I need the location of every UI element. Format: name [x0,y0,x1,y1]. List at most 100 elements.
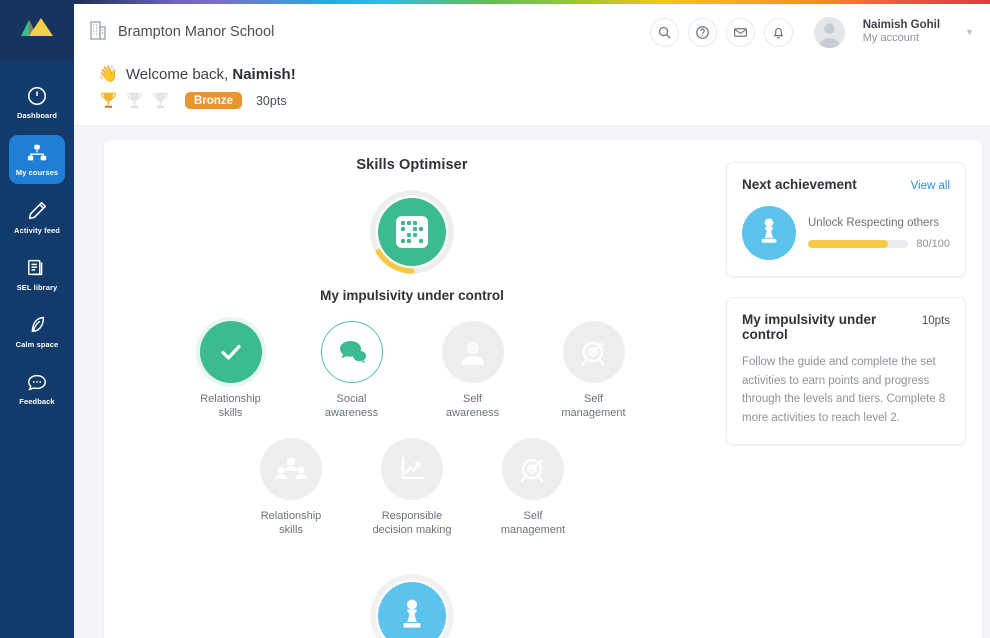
hero-core [378,198,446,266]
sidebar-item-label: SEL library [16,282,58,292]
account-info[interactable]: Naimish Gohil My account [863,18,940,46]
skill-label-line2: awareness [445,407,500,420]
sidebar-item-activity-feed[interactable]: Activity feed [9,193,65,241]
level-title: My impulsivity under control [742,312,877,342]
skill-relationship-skills-2[interactable]: Relationship skills [245,438,338,537]
skill-responsible-decision-making[interactable]: Responsible decision making [366,438,459,537]
grid-icon [396,216,428,248]
skill-circle [441,321,504,383]
view-all-link[interactable]: View all [911,180,950,192]
sidebar-item-label: My courses [15,168,59,178]
skill-label-line2: decision making [372,524,452,537]
next-achievement-title: Next achievement [742,177,857,192]
skill-label-line1: Responsible [381,510,443,523]
sidebar-item-feedback[interactable]: Feedback [9,364,65,412]
speech-bubbles-icon [337,339,367,365]
skill-circle [320,321,383,383]
welcome-user-name: Naimish! [232,66,296,83]
achievement-badge [742,206,796,260]
school-name: Brampton Manor School [118,24,275,40]
search-icon [657,25,672,40]
search-button[interactable] [649,17,679,47]
mail-button[interactable] [725,17,755,47]
achievement-row: Unlock Respecting others 80/100 [742,206,950,260]
chess-pawn-icon [756,216,782,251]
skill-label-line2: awareness [324,407,379,420]
main-area: Brampton Manor School Naimish Gohil My a… [74,0,990,638]
account-name: Naimish Gohil [862,18,941,31]
tier-badge: Bronze [185,92,242,109]
chevron-down-icon[interactable]: ▼ [965,27,974,37]
skill-row-1: Relationship skills Social awareness Sel… [104,321,720,420]
sidebar-nav: Dashboard My courses Activity feed SEL l… [0,78,74,422]
skill-label-line1: Social [336,393,367,405]
skill-circle [260,438,322,501]
skill-relationship-skills[interactable]: Relationship skills [184,321,277,420]
right-panel: Next achievement View all Unlock Respect… [720,140,982,638]
mountains-logo-icon [19,16,55,45]
sidebar-item-label: Activity feed [14,225,60,235]
points-label: 30pts [255,93,287,108]
help-button[interactable] [687,17,717,47]
notifications-button[interactable] [763,17,793,47]
avatar[interactable] [813,16,845,48]
skill-label: Social awareness [325,392,378,420]
skill-self-management[interactable]: Self management [547,321,640,420]
sidebar-item-sel-library[interactable]: SEL library [9,250,65,298]
top-header: Brampton Manor School Naimish Gohil My a… [74,4,990,60]
skill-label: Relationship skills [261,509,322,537]
trophy-icon-gold [98,90,119,111]
skill-circle [381,438,443,501]
dashboard-icon [26,85,48,107]
skills-optimiser-panel: Skills Optimiser My impulsivity under co… [104,140,720,638]
target-icon [518,454,548,484]
skill-label-line1: Relationship [260,510,322,523]
app-root: Dashboard My courses Activity feed SEL l… [0,0,990,638]
building-icon [88,19,108,46]
help-icon [695,25,710,40]
achievement-progress: 80/100 [808,238,950,250]
chart-icon [397,454,427,484]
people-group-icon [275,455,307,483]
main-card: Skills Optimiser My impulsivity under co… [104,140,982,638]
skill-circle [502,438,564,501]
page-title: Skills Optimiser [356,157,468,173]
sidebar-item-label: Dashboard [16,111,58,120]
skill-label-line2: management [561,407,626,420]
achievement-text: Unlock Respecting others [808,216,940,229]
courses-icon [26,142,48,164]
leaf-icon [26,314,48,336]
hero-skill[interactable]: My impulsivity under control [104,189,720,303]
skill-label: Responsible decision making [373,509,452,537]
progress-bar-fill [808,239,889,248]
welcome-prefix: Welcome back, [125,66,233,83]
sidebar: Dashboard My courses Activity feed SEL l… [0,0,74,638]
next-achievement-header: Next achievement View all [742,177,950,192]
sidebar-item-label: Feedback [19,397,55,407]
skill-self-management-2[interactable]: Self management [487,438,580,537]
trophy-icon-locked [124,90,145,111]
content-area: Skills Optimiser My impulsivity under co… [74,126,990,638]
app-logo[interactable] [0,0,74,60]
skill-social-awareness[interactable]: Social awareness [305,321,398,420]
hero-skill-label: My impulsivity under control [320,288,504,303]
book-icon [26,257,48,279]
sidebar-item-my-courses[interactable]: My courses [9,135,65,184]
hero-progress-ring [369,189,455,275]
mail-icon [733,25,748,40]
tier-badges: Bronze 30pts [98,90,990,111]
skill-circle [562,321,625,383]
skill-label: Self awareness [446,392,499,420]
skill-label-line1: Relationship [200,393,261,405]
person-icon [458,337,488,367]
skill-label: Self management [501,509,565,537]
sidebar-item-label: Calm space [15,340,59,349]
sidebar-item-dashboard[interactable]: Dashboard [9,78,65,126]
school-identity: Brampton Manor School [88,19,274,46]
welcome-message: Welcome back, Naimish! [126,66,296,83]
next-level-badge[interactable] [104,573,720,638]
trophy-icon-locked [150,90,171,111]
skill-self-awareness[interactable]: Self awareness [426,321,519,420]
sidebar-item-calm-space[interactable]: Calm space [9,307,65,355]
wave-emoji-icon: 👋 [98,65,118,83]
